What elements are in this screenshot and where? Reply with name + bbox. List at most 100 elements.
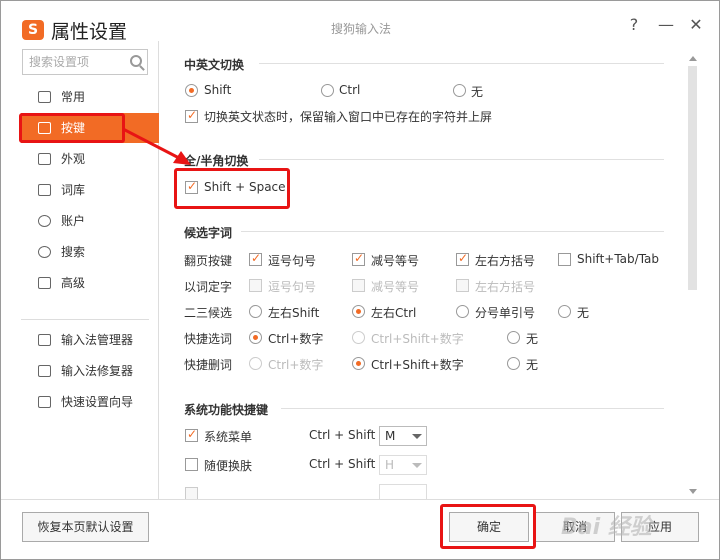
random-skin-label: 随便换肤 — [204, 459, 253, 473]
title-bar: S 属性设置 搜狗输入法 ? — ✕ — [1, 1, 719, 45]
radio-shift[interactable] — [185, 84, 198, 97]
restore-defaults-button[interactable]: 恢复本页默认设置 — [22, 512, 149, 542]
option-label: Ctrl+数字 — [268, 358, 324, 372]
section-title-cn-en: 中英文切换 — [184, 58, 245, 72]
sidebar-item-common[interactable]: 常用 — [21, 82, 159, 112]
sidebar-item-label: 快速设置向导 — [61, 395, 134, 409]
sidebar-item-label: 常用 — [61, 90, 86, 104]
flag-icon — [38, 396, 51, 408]
option-label: 左右方括号 — [475, 280, 536, 294]
quick-select-ctrl-shift-num-radio[interactable] — [352, 331, 365, 344]
chevron-down-icon — [412, 434, 422, 439]
section-divider — [259, 159, 664, 160]
word-minus-equal-checkbox[interactable] — [352, 279, 365, 292]
scroll-down-icon[interactable] — [689, 489, 697, 494]
manager-icon — [38, 334, 51, 346]
option-label: 无 — [526, 358, 539, 372]
row-label-page-keys: 翻页按键 — [184, 254, 233, 268]
keep-chars-label: 切换英文状态时，保留输入窗口中已存在的字符并上屏 — [204, 110, 493, 124]
second-third-lr-shift-radio[interactable] — [249, 305, 262, 318]
window-title: 属性设置 — [51, 21, 128, 43]
radio-label: 无 — [471, 85, 484, 99]
page-shift-tab-checkbox[interactable] — [558, 253, 571, 266]
radio-ctrl[interactable] — [321, 84, 334, 97]
dictionary-icon — [38, 184, 51, 196]
sidebar-item-ime-repair[interactable]: 输入法修复器 — [21, 356, 159, 386]
minimize-button[interactable]: — — [657, 15, 675, 34]
radio-none[interactable] — [453, 84, 466, 97]
sys-menu-checkbox[interactable] — [185, 427, 198, 442]
page-comma-period-checkbox[interactable] — [249, 251, 262, 266]
sogou-logo-icon: S — [22, 20, 44, 40]
section-divider — [241, 231, 664, 232]
app-name: 搜狗输入法 — [331, 22, 392, 36]
search-input[interactable] — [23, 50, 123, 74]
random-skin-combo: Ctrl + Shift + — [309, 457, 390, 471]
section-title-candidate: 候选字词 — [184, 226, 233, 240]
close-button[interactable]: ✕ — [687, 15, 705, 34]
section-divider — [281, 408, 664, 409]
search-box — [22, 49, 148, 75]
quick-select-none-radio[interactable] — [507, 331, 520, 344]
option-label: Ctrl+数字 — [268, 332, 324, 346]
quick-delete-ctrl-num-radio[interactable] — [249, 357, 262, 370]
sidebar-item-account[interactable]: 账户 — [21, 206, 159, 236]
option-label: 分号单引号 — [475, 306, 536, 320]
section-divider — [259, 63, 664, 64]
selected-key: M — [385, 429, 396, 443]
help-button[interactable]: ? — [625, 15, 643, 34]
search-icon[interactable] — [130, 55, 142, 67]
sidebar-item-label: 搜索 — [61, 245, 86, 259]
repair-icon — [38, 365, 51, 377]
sys-menu-label: 系统菜单 — [204, 430, 253, 444]
sidebar-item-label: 外观 — [61, 152, 86, 166]
option-label: 逗号句号 — [268, 254, 317, 268]
sidebar-item-advanced[interactable]: 高级 — [21, 268, 159, 298]
section-title-sys-shortcut: 系统功能快捷键 — [184, 403, 269, 417]
option-label: 减号等号 — [371, 254, 420, 268]
keep-chars-checkbox[interactable] — [185, 108, 198, 123]
scroll-thumb[interactable] — [688, 66, 697, 290]
sidebar-item-quick-setup[interactable]: 快速设置向导 — [21, 387, 159, 417]
quick-delete-none-radio[interactable] — [507, 357, 520, 370]
scroll-up-icon[interactable] — [689, 56, 697, 61]
selected-key: H — [385, 458, 395, 472]
random-skin-checkbox[interactable] — [185, 458, 198, 471]
row-label-quick-select: 快捷选词 — [184, 332, 233, 346]
page-minus-equal-checkbox[interactable] — [352, 251, 365, 266]
page-brackets-checkbox[interactable] — [456, 251, 469, 266]
option-label: Ctrl+Shift+数字 — [371, 358, 464, 372]
settings-panel: 中英文切换 Shift Ctrl 无 切换英文状态时，保留输入窗口中已存在的字符… — [171, 41, 691, 499]
option-label: 减号等号 — [371, 280, 420, 294]
row-label-23-candidate: 二三候选 — [184, 306, 233, 320]
radio-label: Shift — [204, 83, 232, 97]
sidebar-item-search[interactable]: 搜索 — [21, 237, 159, 267]
quick-select-ctrl-num-radio[interactable] — [249, 331, 262, 344]
shirt-icon — [38, 153, 51, 165]
partial-row-select[interactable] — [379, 484, 427, 499]
second-third-none-radio[interactable] — [558, 305, 571, 318]
monitor-icon — [38, 91, 51, 103]
option-label: Ctrl+Shift+数字 — [371, 332, 464, 346]
option-label: 左右方括号 — [475, 254, 536, 268]
sidebar-item-label: 账户 — [61, 214, 86, 228]
sidebar-item-ime-manager[interactable]: 输入法管理器 — [21, 325, 159, 355]
partial-row-checkbox[interactable] — [185, 487, 198, 499]
sidebar-item-label: 高级 — [61, 276, 86, 290]
word-comma-period-checkbox[interactable] — [249, 279, 262, 292]
random-skin-key-select[interactable]: H — [379, 455, 427, 475]
option-label: 左右Ctrl — [371, 306, 417, 320]
user-icon — [38, 215, 51, 227]
option-label: 无 — [526, 332, 539, 346]
quick-delete-ctrl-shift-num-radio[interactable] — [352, 357, 365, 370]
second-third-semicolon-radio[interactable] — [456, 305, 469, 318]
settings-window: S 属性设置 搜狗输入法 ? — ✕ 常用 按键 外观 词库 账户 — [0, 0, 720, 560]
option-label: 逗号句号 — [268, 280, 317, 294]
option-label: Shift+Tab/Tab — [577, 252, 660, 266]
second-third-lr-ctrl-radio[interactable] — [352, 305, 365, 318]
sys-menu-key-select[interactable]: M — [379, 426, 427, 446]
sidebar-item-dictionary[interactable]: 词库 — [21, 175, 159, 205]
word-brackets-checkbox[interactable] — [456, 279, 469, 292]
settings-scrollbar[interactable] — [687, 56, 699, 494]
highlight-fullhalf-option — [174, 168, 290, 209]
